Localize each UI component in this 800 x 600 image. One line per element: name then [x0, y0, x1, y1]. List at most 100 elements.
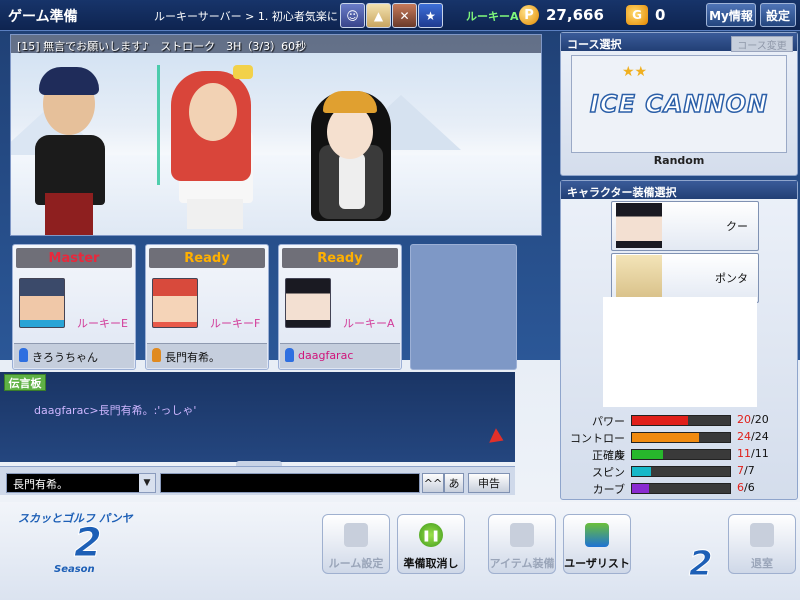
message-board-label: 伝言板 — [4, 374, 46, 391]
course-image: ★★ ICE CANNON — [571, 55, 787, 153]
stat-bar — [631, 483, 731, 494]
player-card[interactable]: Ready ルーキーA daagfarac — [278, 244, 402, 370]
flask-icon — [510, 523, 534, 547]
player-status: Ready — [282, 248, 398, 268]
player-avatar — [285, 278, 331, 328]
chat-target-value: 長門有希。 — [13, 478, 68, 491]
stat-bar — [631, 415, 731, 426]
character-row[interactable]: クー — [611, 201, 759, 251]
character-panel-header: キャラクター装備選択 — [561, 181, 797, 199]
room-settings-icon — [344, 523, 368, 547]
user-icon — [19, 348, 28, 362]
stat-label: スピン — [592, 466, 625, 479]
blank-area — [603, 297, 757, 407]
button-label: 準備取消し — [403, 557, 459, 570]
stat-bar-fill — [632, 416, 688, 425]
coin-icon: P — [519, 5, 539, 25]
chat-target-select[interactable]: 長門有希。 ▼ — [6, 473, 156, 493]
character-hair — [39, 67, 99, 95]
kana-button[interactable]: あ — [444, 473, 464, 493]
server-breadcrumb: ルーキーサーバー > 1. 初心者気楽に — [154, 10, 338, 23]
player-avatar — [152, 278, 198, 328]
course-change-button[interactable]: コース変更 — [731, 36, 793, 52]
character-scarf — [339, 153, 365, 209]
stat-value: 20/20 — [737, 413, 769, 426]
player-name: ルーキーA — [466, 10, 519, 23]
stat-value: 7/7 — [737, 464, 755, 477]
cat-icon[interactable]: ▲ — [366, 3, 391, 28]
stat-bar-fill — [632, 484, 649, 493]
course-panel-title: コース選択 — [567, 38, 622, 51]
character-legs — [45, 193, 93, 235]
game-logo-small: 2 — [615, 540, 725, 598]
player-user-name: daagfarac — [298, 349, 354, 362]
player-character-name: ルーキーE — [77, 317, 128, 330]
star-icon[interactable]: ★ — [418, 3, 443, 28]
button-label: ルーム設定 — [328, 557, 384, 570]
player-status: Master — [16, 248, 132, 268]
stat-bar-fill — [632, 433, 699, 442]
stat-value: 24/24 — [737, 430, 769, 443]
pause-icon: ❚❚ — [419, 523, 443, 547]
player-foot: daagfarac — [280, 343, 400, 368]
character-panel: キャラクター装備選択 クー ポンタ パワー 20/20 コントロール 24/24 正確度… — [560, 180, 798, 500]
player-card[interactable]: Ready ルーキーF 長門有希。 — [145, 244, 269, 370]
room-info: [15] 無言でお願いします♪ ストローク 3H（3/3）60秒 — [17, 40, 307, 53]
cancel-ready-button[interactable]: ❚❚ 準備取消し — [397, 514, 465, 574]
ime-button[interactable]: ^^ — [422, 473, 444, 493]
course-stars: ★★ — [622, 64, 648, 80]
user-list-icon — [585, 523, 609, 547]
my-info-button[interactable]: My情報 — [706, 3, 756, 27]
avatar-icon[interactable]: ☺ — [340, 3, 365, 28]
character-ribbon — [233, 65, 253, 79]
stat-value: 11/11 — [737, 447, 769, 460]
stat-label: パワー — [592, 415, 625, 428]
button-label: 退室 — [751, 557, 773, 570]
stat-bar — [631, 449, 731, 460]
empty-player-slot — [410, 244, 517, 370]
character-label: ポンタ — [715, 272, 748, 285]
player-card[interactable]: Master ルーキーE きろうちゃん — [12, 244, 136, 370]
character-head — [327, 105, 373, 159]
stat-bar-fill — [632, 467, 652, 476]
course-logo: ICE CANNON — [589, 89, 769, 119]
chat-message: daagfarac>長門有希。:'っしゃ' — [34, 404, 197, 417]
logo-season: Season — [54, 564, 95, 575]
character-head — [189, 83, 237, 141]
character-panel-title: キャラクター装備選択 — [567, 186, 677, 199]
gift-icon: G — [626, 5, 648, 25]
game-view: [15] 無言でお願いします♪ ストローク 3H（3/3）60秒 — [10, 34, 542, 236]
settings-button[interactable]: 設定 — [760, 3, 796, 27]
gift-count: 0 — [655, 6, 666, 24]
player-avatar — [19, 278, 65, 328]
green-pole — [157, 65, 160, 185]
character-row[interactable]: ポンタ — [611, 253, 759, 303]
button-label: アイテム装備 — [489, 557, 555, 570]
chevron-down-icon[interactable]: ▼ — [139, 474, 155, 492]
player-foot: きろうちゃん — [14, 343, 134, 368]
stat-bar — [631, 432, 731, 443]
game-logo: スカッとゴルフ パンヤ 2 Season — [14, 510, 134, 590]
character-hood — [323, 91, 377, 113]
logo-number: 2 — [689, 544, 714, 585]
character-label: クー — [726, 220, 748, 233]
course-panel: コース選択 コース変更 ★★ ICE CANNON Random — [560, 32, 798, 176]
user-icon — [285, 348, 294, 362]
leave-room-button: 退室 — [728, 514, 796, 574]
coin-count: 27,666 — [546, 6, 604, 24]
player-user-name: 長門有希。 — [165, 351, 220, 364]
stat-value: 6/6 — [737, 481, 755, 494]
chat-input[interactable] — [160, 473, 420, 493]
report-button[interactable]: 申告 — [468, 473, 510, 493]
player-character-name: ルーキーF — [210, 317, 261, 330]
character-thumbnail — [616, 203, 662, 248]
stat-label: カーブ — [592, 483, 625, 496]
cross-icon[interactable]: ✕ — [392, 3, 417, 28]
stat-bar-fill — [632, 450, 663, 459]
character-legs — [187, 199, 243, 229]
user-icon — [152, 348, 161, 362]
logo-number: 2 — [74, 520, 103, 567]
player-status: Ready — [149, 248, 265, 268]
stat-bar — [631, 466, 731, 477]
course-name: Random — [653, 154, 705, 167]
